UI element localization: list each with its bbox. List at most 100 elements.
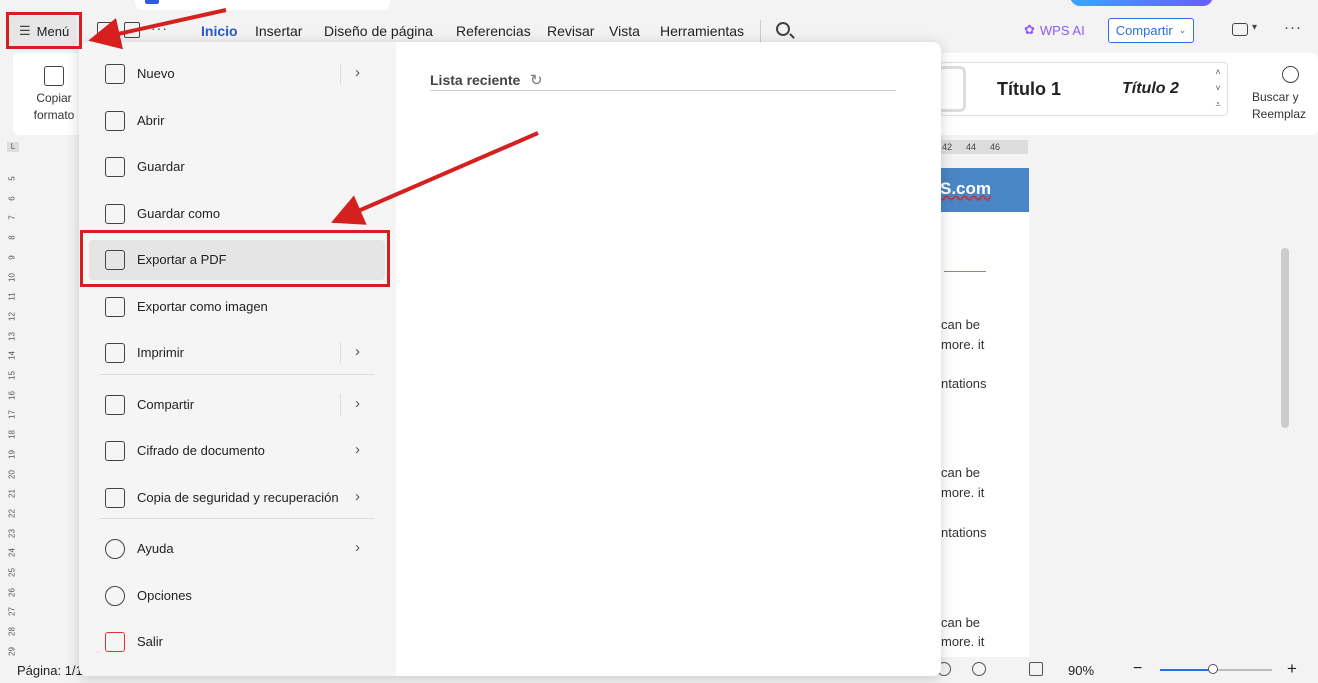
document-text-line: ntations (941, 525, 987, 540)
wps-ai-button[interactable]: ✿ WPS AI (1024, 22, 1085, 38)
styles-scroll-icon[interactable]: ˄ ˅ ⩡ (1212, 64, 1224, 112)
ruler-tick: 13 (7, 331, 17, 341)
submenu-divider (340, 342, 341, 364)
encrypt-document-icon (105, 441, 125, 461)
menu-item-guardar[interactable]: Guardar (89, 147, 385, 187)
ruler-tick: 6 (7, 195, 17, 201)
annotation-box-export-pdf (80, 230, 390, 287)
ruler-tick: 21 (7, 489, 17, 499)
ruler-tick: 10 (7, 272, 17, 282)
more-options-icon[interactable]: ··· (1284, 19, 1302, 36)
options-icon (105, 586, 125, 606)
eye-icon[interactable] (972, 662, 986, 676)
chevron-right-icon[interactable]: › (355, 488, 360, 505)
menu-item-label: Compartir (137, 397, 195, 412)
menu-item-label: Cifrado de documento (137, 443, 265, 458)
ai-sparkle-icon: ✿ (1024, 22, 1035, 37)
copy-format-label-2: formato (33, 108, 75, 122)
document-text-line: can be (941, 317, 981, 332)
document-tab[interactable] (135, 0, 390, 10)
menu-item-label: Salir (137, 634, 164, 649)
page-counter: Página: 1/1 (17, 663, 83, 678)
menu-item-label: Imprimir (137, 345, 184, 360)
tab-revisar[interactable]: Revisar (547, 23, 594, 39)
search-icon[interactable] (776, 22, 790, 36)
backup-cloud-icon (105, 488, 125, 508)
comment-dropdown-icon[interactable]: ▾ (1252, 22, 1257, 33)
ai-banner[interactable] (1070, 0, 1213, 6)
ruler-tick: 20 (7, 469, 17, 479)
style-title-2[interactable]: Título 2 (1122, 80, 1179, 98)
tab-vista[interactable]: Vista (609, 23, 640, 39)
ruler-tick: 24 (7, 548, 17, 558)
menu-item-ayuda[interactable]: Ayuda › (89, 529, 385, 569)
tab-referencias[interactable]: Referencias (456, 23, 531, 39)
save-icon[interactable] (124, 22, 140, 38)
ruler-corner[interactable]: L (7, 142, 19, 152)
ruler-tick: 23 (7, 528, 17, 538)
chevron-right-icon[interactable]: › (355, 64, 360, 81)
document-page[interactable] (940, 168, 1029, 660)
comment-icon[interactable] (1232, 23, 1248, 36)
find-replace-button[interactable]: Buscar y Reemplaz (1252, 66, 1318, 123)
zoom-out-icon[interactable]: − (1133, 660, 1142, 678)
vertical-scrollbar[interactable] (1281, 248, 1289, 428)
chevron-right-icon[interactable]: › (355, 343, 360, 360)
ruler-tick: 17 (7, 410, 17, 420)
tab-insertar[interactable]: Insertar (255, 23, 302, 39)
ruler-tick: 9 (7, 255, 17, 260)
fit-page-icon[interactable] (1029, 662, 1043, 676)
heading-rule (944, 271, 986, 272)
menu-item-nuevo[interactable]: Nuevo › (89, 54, 385, 94)
magnifier-icon (1282, 66, 1299, 83)
menu-item-abrir[interactable]: Abrir (89, 101, 385, 141)
copy-format-button[interactable]: Copiar formato (22, 66, 86, 124)
ruler-tick: 28 (7, 627, 17, 637)
find-label-2: Reemplaz (1252, 107, 1307, 121)
menu-item-exportar-como-imagen[interactable]: Exportar como imagen (89, 287, 385, 327)
menu-item-opciones[interactable]: Opciones (89, 576, 385, 616)
chevron-right-icon[interactable]: › (355, 204, 360, 221)
style-title-1[interactable]: Título 1 (997, 79, 1061, 100)
help-icon (105, 539, 125, 559)
menu-divider (99, 374, 374, 375)
ruler-tick: 27 (7, 607, 17, 617)
menu-item-guardar-como[interactable]: Guardar como › (89, 194, 385, 234)
ruler-tick: 8 (7, 235, 17, 240)
tab-diseno-pagina[interactable]: Diseño de página (324, 23, 433, 39)
chevron-right-icon[interactable]: › (355, 441, 360, 458)
ruler-tick: 25 (7, 568, 17, 577)
ruler-tick: 16 (7, 390, 17, 400)
vertical-ruler: 5 6 7 8 9 10 11 12 13 14 15 16 17 18 19 20 21 22 23 24 25 26 2… (4, 160, 20, 660)
chevron-right-icon[interactable]: › (355, 395, 360, 412)
ruler-tick: 42 (942, 142, 953, 152)
zoom-in-icon[interactable]: + (1287, 659, 1297, 679)
menu-item-label: Ayuda (137, 541, 174, 556)
ruler-tick: 26 (7, 587, 17, 597)
export-image-icon (105, 297, 125, 317)
exit-icon (105, 632, 125, 652)
share-button[interactable]: Compartir ⌄ (1108, 18, 1194, 43)
tab-herramientas[interactable]: Herramientas (660, 23, 744, 39)
more-quick-actions-icon[interactable]: ··· (151, 20, 168, 36)
open-icon[interactable] (97, 22, 113, 38)
chevron-right-icon[interactable]: › (355, 539, 360, 556)
menu-item-cifrado-de-documento[interactable]: Cifrado de documento › (89, 431, 385, 471)
toolbar-divider (760, 20, 761, 42)
tab-inicio[interactable]: Inicio (201, 23, 238, 39)
find-label-1: Buscar y (1252, 90, 1299, 104)
share-button-label: Compartir (1115, 23, 1173, 38)
menu-item-copia-de-seguridad-y-recuperación[interactable]: Copia de seguridad y recuperación › (89, 478, 385, 518)
menu-item-imprimir[interactable]: Imprimir › (89, 333, 385, 373)
print-icon (105, 343, 125, 363)
menu-item-compartir[interactable]: Compartir › (89, 385, 385, 425)
ruler-tick: 7 (7, 215, 17, 221)
menu-item-salir[interactable]: Salir (89, 622, 385, 662)
menu-item-label: Opciones (137, 588, 192, 603)
ruler-tick: 15 (7, 371, 17, 380)
refresh-icon[interactable]: ↻ (530, 71, 543, 89)
style-normal[interactable] (940, 66, 966, 112)
zoom-slider-handle[interactable] (1207, 664, 1218, 674)
zoom-level[interactable]: 90% (1068, 663, 1094, 678)
folder-open-icon (105, 111, 125, 131)
